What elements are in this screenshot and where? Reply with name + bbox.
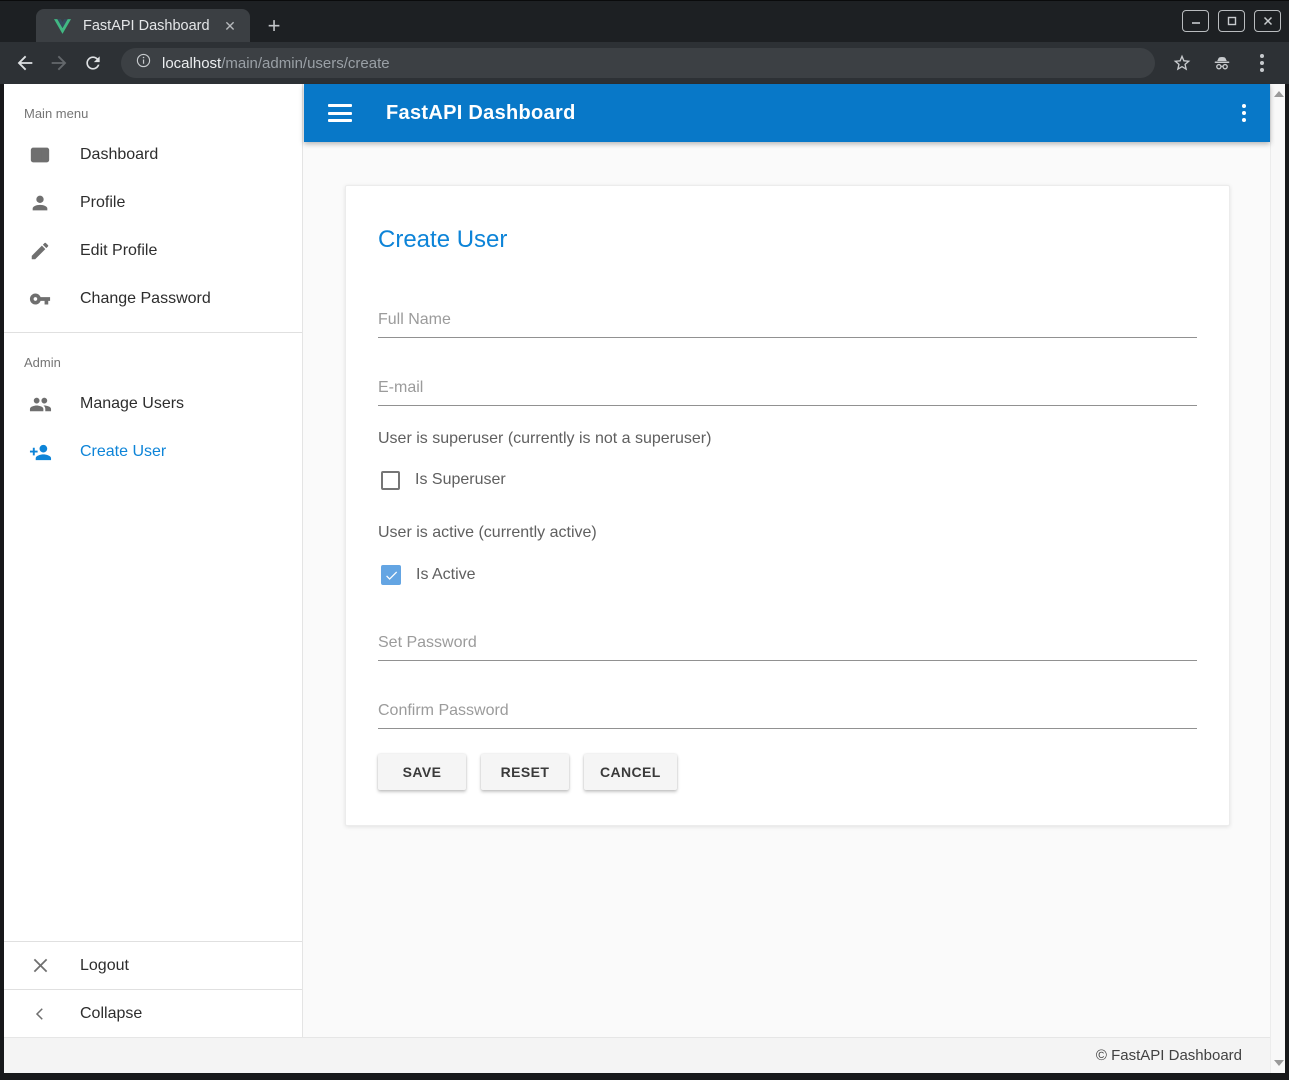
- checkbox-unchecked-icon[interactable]: [381, 471, 400, 490]
- browser-titlebar: FastAPI Dashboard ✕ +: [0, 0, 1289, 42]
- sidebar-bottom: Logout Collapse: [4, 941, 302, 1037]
- page-scrollbar[interactable]: [1270, 84, 1285, 1073]
- url-host: localhost: [162, 55, 221, 72]
- email-input[interactable]: [378, 370, 1197, 406]
- sidebar-item-label: Logout: [80, 957, 129, 975]
- window-controls: [1182, 10, 1281, 32]
- full-name-field-wrapper: [378, 302, 1197, 338]
- sidebar: Main menu Dashboard Profile Edit Profile: [4, 84, 303, 1037]
- page-title: Create User: [378, 226, 1197, 254]
- active-hint-text: User is active (currently active): [378, 522, 1197, 544]
- person-add-icon: [28, 440, 52, 464]
- save-button[interactable]: SAVE: [378, 754, 466, 790]
- browser-window: FastAPI Dashboard ✕ +: [0, 0, 1289, 1080]
- app-header: FastAPI Dashboard: [304, 84, 1270, 142]
- set-password-field-wrapper: [378, 625, 1197, 661]
- sidebar-item-label: Profile: [80, 194, 125, 212]
- sidebar-item-collapse[interactable]: Collapse: [4, 989, 302, 1037]
- dashboard-icon: [28, 143, 52, 167]
- main-content: Create User User is superuser (currently…: [304, 142, 1270, 1037]
- sidebar-item-logout[interactable]: Logout: [4, 941, 302, 989]
- sidebar-item-create-user[interactable]: Create User: [4, 428, 302, 476]
- set-password-input[interactable]: [378, 625, 1197, 661]
- sidebar-item-manage-users[interactable]: Manage Users: [4, 380, 302, 428]
- scroll-up-arrow-icon[interactable]: [1274, 91, 1284, 97]
- key-icon: [28, 287, 52, 311]
- form-buttons: SAVE RESET CANCEL: [378, 754, 1197, 790]
- sidebar-item-label: Change Password: [80, 290, 211, 308]
- sidebar-item-change-password[interactable]: Change Password: [4, 275, 302, 323]
- full-name-input[interactable]: [378, 302, 1197, 338]
- url-path: /main/admin/users/create: [221, 55, 389, 72]
- reload-button[interactable]: [77, 47, 109, 79]
- close-icon: [28, 954, 52, 978]
- scroll-down-arrow-icon[interactable]: [1274, 1060, 1284, 1066]
- app-title: FastAPI Dashboard: [386, 102, 1242, 125]
- incognito-icon: [1207, 48, 1237, 78]
- is-active-checkbox-row[interactable]: Is Active: [378, 561, 1197, 589]
- toolbar-actions: [1167, 48, 1277, 78]
- superuser-hint-text: User is superuser (currently is not a su…: [378, 428, 1197, 450]
- bookmark-star-icon[interactable]: [1167, 48, 1197, 78]
- close-window-button[interactable]: [1254, 10, 1281, 32]
- confirm-password-input[interactable]: [378, 693, 1197, 729]
- tab-close-icon[interactable]: ✕: [220, 16, 240, 36]
- browser-tab[interactable]: FastAPI Dashboard ✕: [36, 9, 250, 43]
- site-info-icon[interactable]: [135, 52, 152, 74]
- people-icon: [28, 392, 52, 416]
- is-superuser-checkbox-row[interactable]: Is Superuser: [378, 466, 1197, 494]
- sidebar-item-profile[interactable]: Profile: [4, 179, 302, 227]
- person-icon: [28, 191, 52, 215]
- pencil-icon: [28, 239, 52, 263]
- app-menu-kebab-icon[interactable]: [1242, 104, 1246, 122]
- sidebar-item-label: Dashboard: [80, 146, 158, 164]
- back-button[interactable]: [9, 47, 41, 79]
- reset-button[interactable]: RESET: [481, 754, 569, 790]
- checkbox-label: Is Active: [416, 566, 476, 584]
- sidebar-item-label: Create User: [80, 443, 166, 461]
- sidebar-section-label: Admin: [4, 333, 302, 380]
- chevron-left-icon: [28, 1002, 52, 1026]
- forward-button[interactable]: [43, 47, 75, 79]
- browser-toolbar: localhost/main/admin/users/create: [0, 42, 1289, 84]
- sidebar-item-label: Collapse: [80, 1005, 142, 1023]
- hamburger-menu-icon[interactable]: [328, 104, 352, 122]
- vue-logo-icon: [54, 19, 71, 34]
- copyright-text: © FastAPI Dashboard: [1096, 1047, 1242, 1064]
- maximize-button[interactable]: [1218, 10, 1245, 32]
- checkbox-label: Is Superuser: [415, 471, 506, 489]
- new-tab-button[interactable]: +: [260, 12, 288, 40]
- sidebar-item-edit-profile[interactable]: Edit Profile: [4, 227, 302, 275]
- confirm-password-field-wrapper: [378, 693, 1197, 729]
- create-user-card: Create User User is superuser (currently…: [345, 185, 1230, 826]
- sidebar-item-dashboard[interactable]: Dashboard: [4, 131, 302, 179]
- sidebar-item-label: Manage Users: [80, 395, 184, 413]
- tab-title: FastAPI Dashboard: [83, 18, 220, 34]
- address-bar[interactable]: localhost/main/admin/users/create: [121, 48, 1155, 78]
- cancel-button[interactable]: CANCEL: [584, 754, 677, 790]
- sidebar-section-label: Main menu: [4, 84, 302, 131]
- minimize-button[interactable]: [1182, 10, 1209, 32]
- browser-menu-kebab-icon[interactable]: [1247, 48, 1277, 78]
- email-field-wrapper: [378, 370, 1197, 406]
- sidebar-item-label: Edit Profile: [80, 242, 157, 260]
- page-footer: © FastAPI Dashboard: [4, 1037, 1270, 1073]
- app-page: Main menu Dashboard Profile Edit Profile: [4, 84, 1285, 1073]
- checkbox-checked-icon[interactable]: [381, 565, 401, 585]
